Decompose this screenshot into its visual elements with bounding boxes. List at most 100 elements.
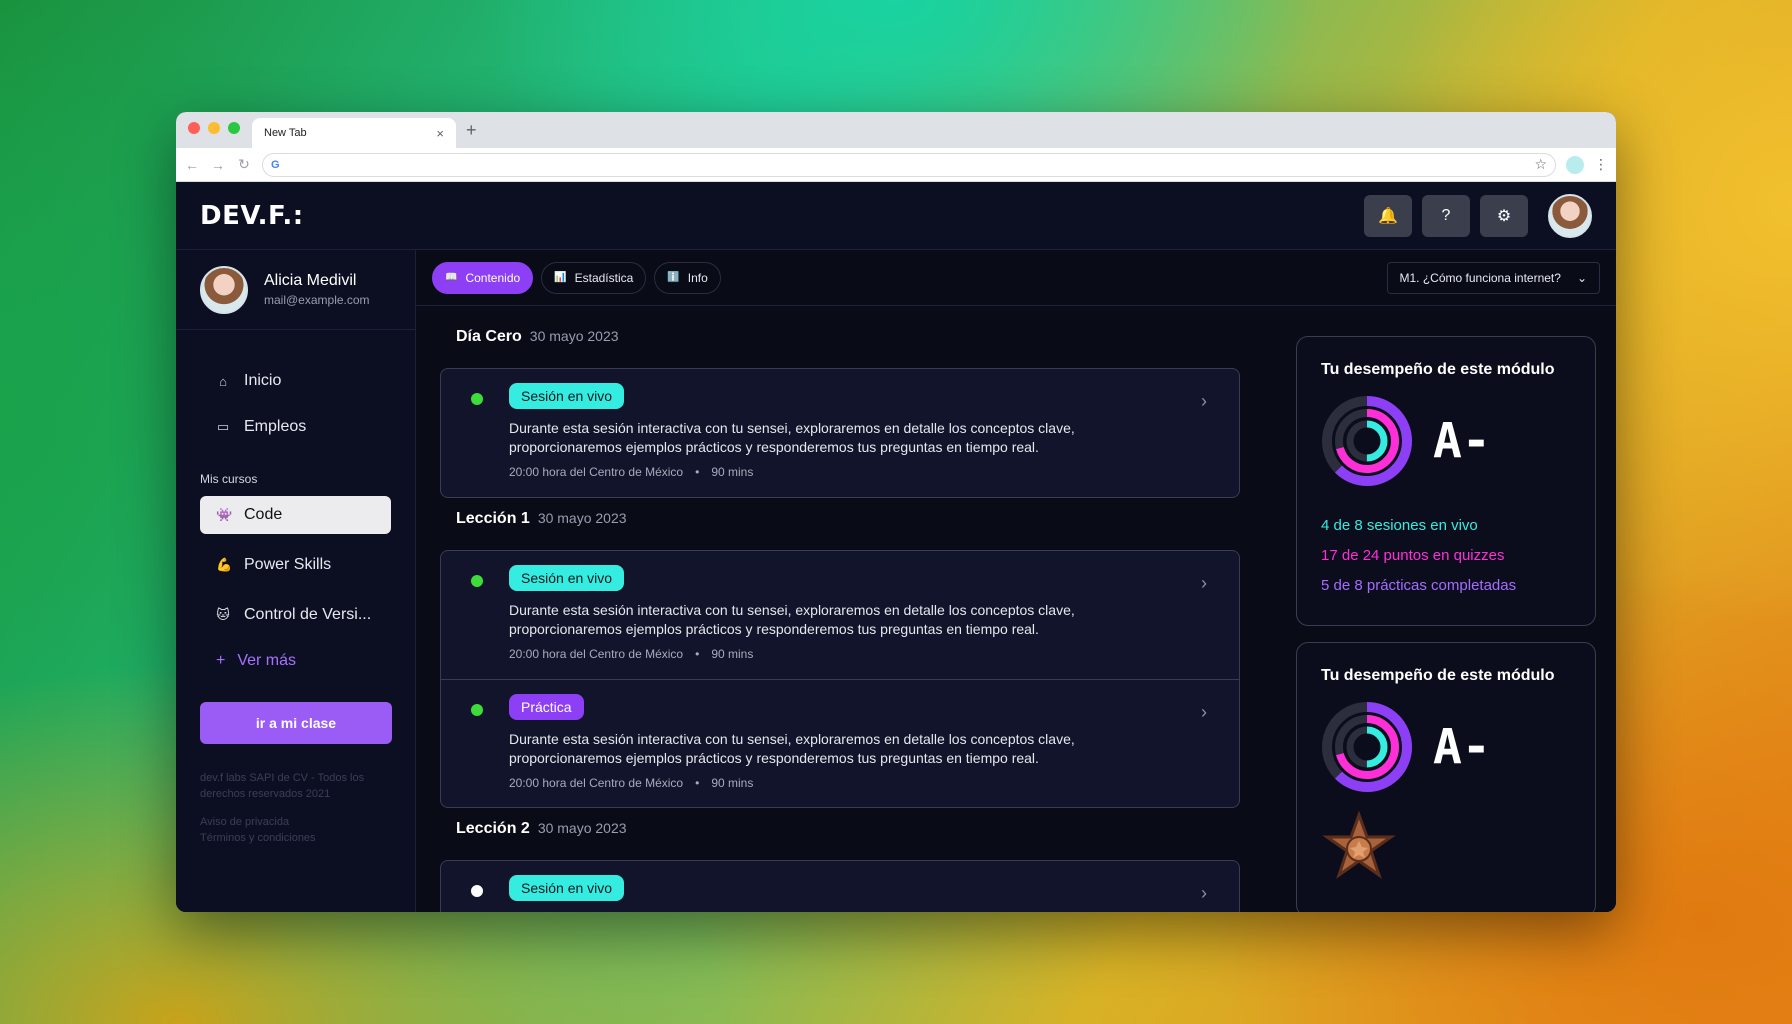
minimize-window-button[interactable] [208, 122, 220, 134]
session-type-badge: Sesión en vivo [509, 565, 625, 591]
sidebar-item-empleos[interactable]: ▭ Empleos [200, 404, 391, 450]
browser-profile-avatar[interactable] [1566, 155, 1584, 174]
book-icon: 📖 [445, 272, 458, 283]
new-tab-button[interactable]: + [466, 120, 477, 141]
performance-title: Tu desempeño de este módulo [1321, 361, 1555, 378]
module-select[interactable]: M1. ¿Cómo funciona internet? ⌄ [1386, 261, 1600, 294]
practice-row[interactable]: Práctica Durante esta sesión interactiva… [441, 679, 1239, 807]
status-dot [471, 393, 483, 405]
lesson-card: Sesión en vivo Durante esta sesión inter… [440, 368, 1240, 498]
performance-column: Tu desempeño de este módulo A- 4 de 8 se… [1296, 336, 1596, 912]
session-row[interactable]: Sesión en vivo Durante esta sesión inter… [441, 369, 1239, 497]
back-icon[interactable]: ← [184, 157, 200, 173]
sidebar-item-label: Empleos [244, 418, 307, 435]
terms-link[interactable]: Términos y condiciones [200, 832, 316, 844]
session-meta: 20:00 hora del Centro de México • 90 min… [509, 465, 1191, 479]
browser-menu-icon[interactable]: ⋮ [1594, 156, 1608, 173]
sidebar-item-label: Inicio [244, 372, 282, 389]
tab-label: Estadística [574, 270, 634, 285]
reload-icon[interactable]: ↻ [236, 156, 252, 173]
progress-rings-chart [1322, 396, 1412, 486]
google-icon: G [271, 158, 280, 171]
copyright-text: dev.f labs SAPI de CV - Todos los derech… [200, 772, 365, 800]
practices-stat: 5 de 8 prácticas completadas [1321, 577, 1517, 594]
session-time: 20:00 hora del Centro de México [509, 465, 684, 479]
course-label: Control de Versi... [244, 606, 372, 623]
grade-label: A- [1433, 719, 1491, 775]
tab-strip: New Tab × + [176, 112, 1616, 148]
help-icon[interactable]: ? [1422, 194, 1470, 237]
live-sessions-stat: 4 de 8 sesiones en vivo [1321, 517, 1478, 534]
session-duration: 90 mins [711, 647, 754, 661]
session-duration: 90 mins [711, 776, 754, 790]
avatar[interactable] [1548, 193, 1592, 238]
privacy-link[interactable]: Aviso de privacida [200, 816, 289, 828]
app-header: DEV.F.: 🔔 ? ⚙ [176, 182, 1616, 250]
performance-card: Tu desempeño de este módulo A- [1296, 642, 1596, 912]
lesson-card: Sesión en vivo Durante esta sesión inter… [440, 550, 1240, 808]
maximize-window-button[interactable] [228, 122, 240, 134]
go-to-class-button[interactable]: ir a mi clase [200, 702, 392, 744]
legal-footer: dev.f labs SAPI de CV - Todos los derech… [176, 744, 415, 846]
user-card: Alicia Medivil mail@example.com [176, 250, 415, 330]
quiz-points-stat: 17 de 24 puntos en quizzes [1321, 547, 1505, 564]
separator-dot: • [695, 465, 700, 479]
chevron-down-icon: ⌄ [1576, 270, 1587, 285]
session-row[interactable]: Sesión en vivo Durante esta sesión inter… [441, 551, 1239, 679]
sidebar-nav: ⌂ Inicio ▭ Empleos Mis cursos 👾 Code 💪 P… [176, 330, 415, 676]
bookmark-star-icon[interactable]: ☆ [1534, 156, 1547, 173]
chevron-right-icon[interactable]: › [1201, 883, 1207, 904]
ring-center [1363, 437, 1371, 445]
tab-title: New Tab [264, 127, 307, 139]
session-description: Durante esta sesión interactiva con tu s… [509, 602, 1075, 637]
tab-estadistica[interactable]: 📊 Estadística [541, 261, 647, 294]
tab-info[interactable]: ℹ️ Info [654, 261, 721, 294]
address-input[interactable] [285, 157, 1529, 172]
course-code[interactable]: 👾 Code [200, 496, 391, 534]
status-dot [471, 575, 483, 587]
close-window-button[interactable] [188, 122, 200, 134]
day-header: Día Cero 30 mayo 2023 [440, 328, 1240, 364]
address-bar[interactable]: G ☆ [262, 152, 1556, 177]
app: DEV.F.: 🔔 ? ⚙ Alicia Medivil mail@exampl… [176, 182, 1616, 912]
status-dot [471, 885, 483, 897]
forward-icon[interactable]: → [210, 157, 226, 173]
sidebar-item-inicio[interactable]: ⌂ Inicio [200, 358, 391, 404]
session-description: Durante esta sesión interactiva con tu s… [509, 420, 1075, 455]
module-select-value: M1. ¿Cómo funciona internet? [1399, 270, 1561, 285]
day-date: 30 mayo 2023 [529, 328, 619, 344]
day-date: 30 mayo 2023 [537, 510, 627, 526]
tab-contenido[interactable]: 📖 Contenido [432, 261, 534, 294]
gear-icon[interactable]: ⚙ [1480, 194, 1528, 237]
cat-icon: 🐱 [216, 607, 230, 622]
session-description: Durante esta sesión interactiva con tu s… [509, 731, 1075, 766]
ring-center [1363, 743, 1371, 751]
day-header: Lección 2 30 mayo 2023 [440, 820, 1240, 856]
session-type-badge: Sesión en vivo [509, 383, 625, 409]
chevron-right-icon[interactable]: › [1201, 702, 1207, 723]
course-version-control[interactable]: 🐱 Control de Versi... [200, 596, 391, 634]
performance-title: Tu desempeño de este módulo [1321, 667, 1555, 684]
day-header: Lección 1 30 mayo 2023 [440, 510, 1240, 546]
content-tabs: 📖 Contenido 📊 Estadística ℹ️ Info M1. ¿C… [416, 250, 1616, 306]
course-power-skills[interactable]: 💪 Power Skills [200, 546, 391, 584]
sidebar: Alicia Medivil mail@example.com ⌂ Inicio… [176, 250, 416, 912]
browser-window: New Tab × + ← → ↻ G ☆ ⋮ DEV.F.: 🔔 ? ⚙ Al… [176, 112, 1616, 912]
plus-icon: + [216, 652, 226, 669]
bar-chart-icon: 📊 [554, 272, 567, 283]
my-courses-label: Mis cursos [200, 472, 258, 486]
session-meta: 20:00 hora del Centro de México • 90 min… [509, 776, 1191, 790]
separator-dot: • [695, 647, 700, 661]
devf-logo[interactable]: DEV.F.: [200, 201, 304, 231]
bell-icon[interactable]: 🔔 [1364, 194, 1412, 237]
chevron-right-icon[interactable]: › [1201, 573, 1207, 594]
session-row[interactable]: Sesión en vivo › [441, 861, 1239, 912]
tab-close-icon[interactable]: × [436, 126, 444, 141]
chevron-right-icon[interactable]: › [1201, 391, 1207, 412]
separator-dot: • [695, 776, 700, 790]
see-more-link[interactable]: + Ver más [200, 646, 391, 676]
browser-tab[interactable]: New Tab × [252, 118, 456, 148]
day-title: Día Cero [456, 328, 522, 345]
briefcase-icon: ▭ [216, 419, 230, 434]
day-title: Lección 1 [456, 510, 530, 527]
